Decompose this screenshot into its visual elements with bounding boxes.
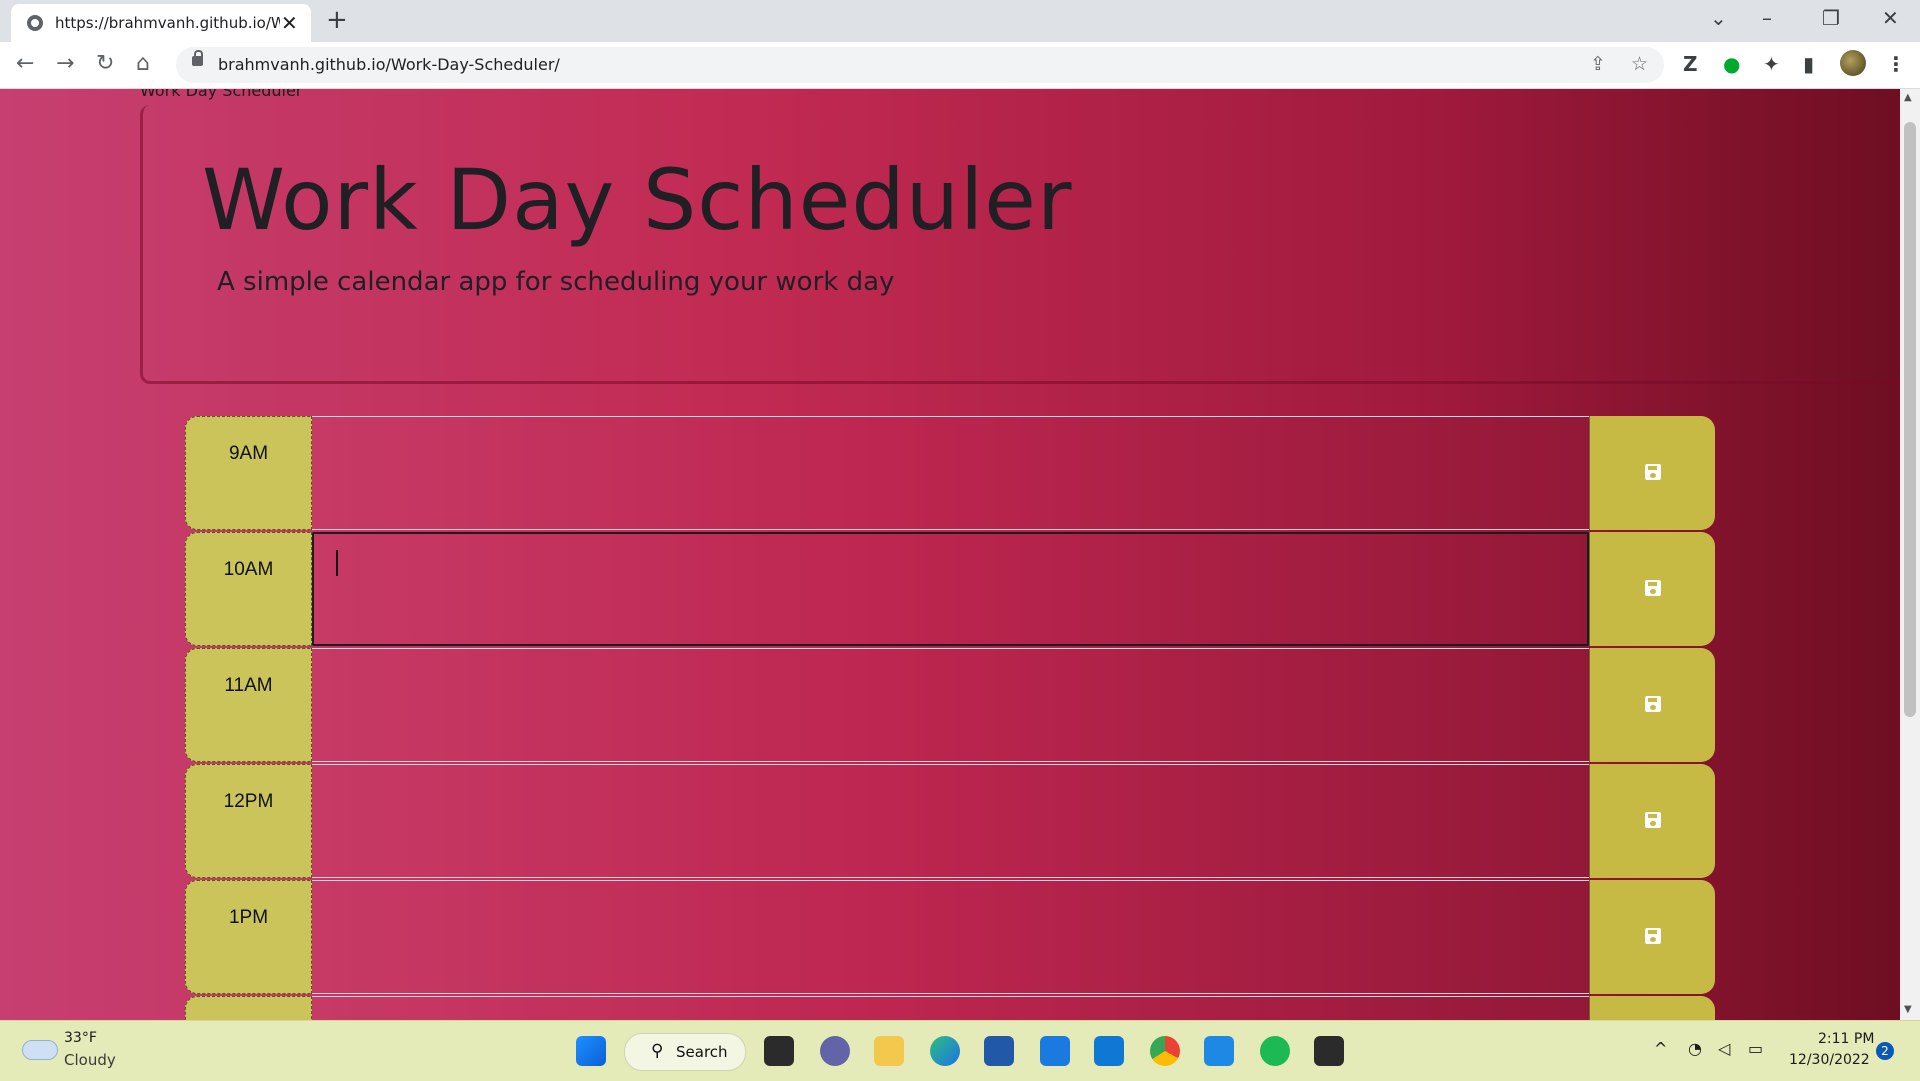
file-explorer-icon[interactable]: [874, 1036, 904, 1066]
save-button[interactable]: [1589, 416, 1715, 530]
outlook-icon[interactable]: [1094, 1036, 1124, 1066]
search-label: Search: [676, 1043, 728, 1061]
cloud-icon[interactable]: [22, 1040, 58, 1060]
page-viewport: Work Day Scheduler Work Day Scheduler A …: [0, 89, 1900, 1020]
event-textarea[interactable]: [312, 416, 1589, 530]
restore-button[interactable]: ❐: [1822, 6, 1840, 30]
wifi-icon[interactable]: ◔: [1688, 1039, 1702, 1058]
edge-browser-icon[interactable]: [930, 1036, 960, 1066]
chrome-icon[interactable]: [1150, 1036, 1180, 1066]
extensions-puzzle-icon[interactable]: ✦: [1763, 52, 1780, 76]
weather-temperature[interactable]: 33°F: [64, 1030, 97, 1046]
url-text[interactable]: brahmvanh.github.io/Work-Day-Scheduler/: [218, 55, 560, 74]
minimize-button[interactable]: –: [1762, 6, 1772, 30]
text-caret: [336, 550, 338, 576]
save-button[interactable]: [1589, 880, 1715, 994]
time-block-row: 1PM: [185, 880, 1715, 996]
close-window-button[interactable]: ✕: [1882, 6, 1899, 30]
clock-date[interactable]: 12/30/2022: [1789, 1052, 1870, 1068]
event-textarea[interactable]: [312, 996, 1589, 1020]
tab-strip: https://brahmvanh.github.io/Work-Day-Sch…: [0, 0, 1920, 42]
hour-label: [185, 996, 312, 1020]
save-floppy-icon: [1645, 812, 1661, 828]
time-block-row: 12PM: [185, 764, 1715, 880]
scroll-down-arrow-icon[interactable]: ▼: [1904, 1004, 1912, 1015]
menu-kebab-icon[interactable]: ⋮: [1886, 52, 1906, 76]
scrollbar-thumb[interactable]: [1904, 122, 1916, 717]
page-subtitle: A simple calendar app for scheduling you…: [217, 267, 895, 297]
time-block-row: [185, 996, 1715, 1020]
time-block-list: 9AM 10AM 11AM 12PM 1PM: [185, 416, 1715, 1020]
event-textarea-focused[interactable]: [312, 532, 1589, 646]
event-textarea[interactable]: [312, 764, 1589, 878]
close-tab-icon[interactable]: ✕: [281, 11, 298, 35]
save-button[interactable]: [1589, 648, 1715, 762]
hour-label: 10AM: [185, 532, 312, 646]
save-floppy-icon: [1645, 464, 1661, 480]
save-button[interactable]: [1589, 764, 1715, 878]
taskbar-search[interactable]: ⚲ Search: [624, 1033, 746, 1071]
browser-toolbar: ← → ↻ ⌂ brahmvanh.github.io/Work-Day-Sch…: [0, 42, 1920, 89]
battery-icon[interactable]: ▭: [1748, 1039, 1763, 1058]
tray-overflow-chevron-icon[interactable]: ^: [1654, 1039, 1667, 1058]
microsoft-store-icon[interactable]: [984, 1036, 1014, 1066]
home-icon[interactable]: ⌂: [136, 51, 150, 76]
start-windows-icon[interactable]: [576, 1036, 606, 1066]
event-textarea[interactable]: [312, 648, 1589, 762]
scroll-up-arrow-icon[interactable]: ▲: [1904, 92, 1912, 103]
browser-tab[interactable]: https://brahmvanh.github.io/Work-Day-Sch…: [11, 4, 311, 42]
volume-icon[interactable]: ◁: [1718, 1039, 1730, 1058]
time-block-row: 11AM: [185, 648, 1715, 764]
evernote-extension-icon[interactable]: ●: [1723, 52, 1740, 76]
hour-label: 9AM: [185, 416, 312, 530]
hour-label: 1PM: [185, 880, 312, 994]
save-floppy-icon: [1645, 696, 1661, 712]
back-icon[interactable]: ←: [16, 51, 34, 76]
terminal-icon[interactable]: [1314, 1036, 1344, 1066]
weather-condition[interactable]: Cloudy: [64, 1051, 116, 1069]
notification-badge[interactable]: 2: [1876, 1042, 1894, 1060]
cut-off-heading: Work Day Scheduler: [140, 89, 303, 100]
spotify-icon[interactable]: [1260, 1036, 1290, 1066]
save-button[interactable]: [1589, 532, 1715, 646]
teams-chat-icon[interactable]: [820, 1036, 850, 1066]
tab-title: https://brahmvanh.github.io/Work-Day-Sch…: [55, 14, 280, 32]
reload-icon[interactable]: ↻: [96, 51, 114, 76]
tab-search-icon[interactable]: ⌄: [1710, 6, 1727, 30]
save-floppy-icon: [1645, 928, 1661, 944]
globe-icon: [27, 15, 43, 31]
hour-label: 11AM: [185, 648, 312, 762]
new-tab-button[interactable]: +: [326, 5, 348, 35]
time-block-row: 10AM: [185, 532, 1715, 648]
lock-icon[interactable]: [192, 50, 203, 66]
page-title: Work Day Scheduler: [202, 151, 1073, 249]
app-l-icon[interactable]: [1040, 1036, 1070, 1066]
time-block-row: 9AM: [185, 416, 1715, 532]
hour-label: 12PM: [185, 764, 312, 878]
clock-time[interactable]: 2:11 PM: [1818, 1031, 1874, 1047]
side-panel-icon[interactable]: ▮: [1803, 52, 1814, 76]
save-floppy-icon: [1645, 580, 1661, 596]
event-textarea[interactable]: [312, 880, 1589, 994]
windows-taskbar: 33°F Cloudy ⚲ Search ^ ◔ ◁ ▭ 2:11 PM 12/…: [0, 1020, 1920, 1081]
task-view-icon[interactable]: [764, 1036, 794, 1066]
vscode-icon[interactable]: [1204, 1036, 1234, 1066]
search-icon: ⚲: [651, 1041, 664, 1061]
forward-icon[interactable]: →: [56, 51, 74, 76]
share-icon[interactable]: ⇪: [1590, 53, 1606, 75]
bookmark-star-icon[interactable]: ☆: [1631, 53, 1648, 75]
zotero-extension-icon[interactable]: Z: [1683, 52, 1698, 76]
vertical-scrollbar[interactable]: ▲ ▼: [1900, 89, 1920, 1020]
address-bar[interactable]: brahmvanh.github.io/Work-Day-Scheduler/ …: [176, 47, 1664, 83]
save-button[interactable]: [1589, 996, 1715, 1020]
profile-avatar[interactable]: [1840, 50, 1866, 76]
